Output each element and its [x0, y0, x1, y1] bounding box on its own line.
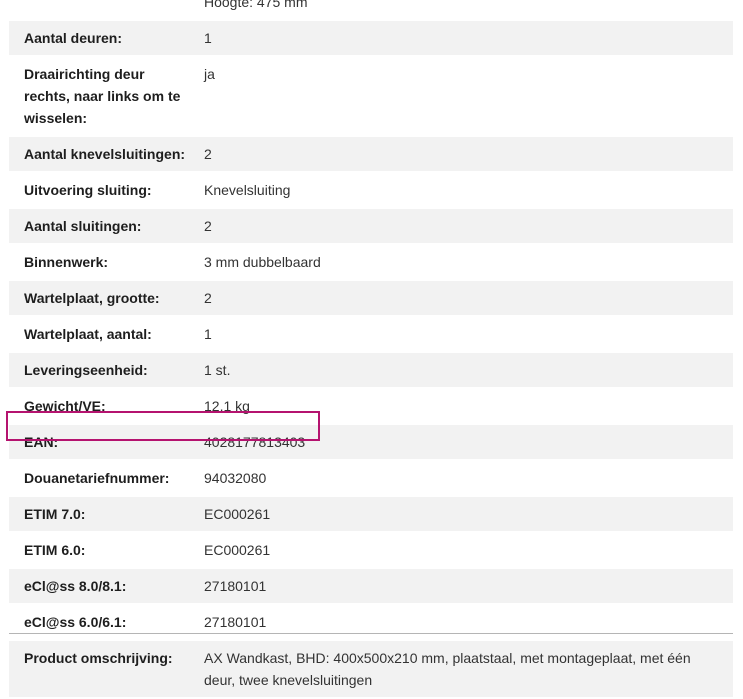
spec-value: 1 st. [204, 362, 231, 378]
spec-label: Uitvoering sluiting: [24, 182, 152, 198]
spec-label: Gewicht/VE: [24, 398, 106, 414]
spec-row-gewicht: Gewicht/VE: 12,1 kg [9, 389, 733, 425]
spec-row-etim-7: ETIM 7.0: EC000261 [9, 497, 733, 533]
spec-label: Aantal deuren: [24, 30, 123, 46]
spec-row-height: Hoogte: 475 mm [9, 0, 733, 21]
spec-row-wartelplaat-aantal: Wartelplaat, aantal: 1 [9, 317, 733, 353]
spec-row-douanetariefnummer: Douanetariefnummer: 94032080 [9, 461, 733, 497]
spec-value: AX Wandkast, BHD: 400x500x210 mm, plaats… [204, 650, 691, 688]
spec-label: ETIM 6.0: [24, 542, 86, 558]
spec-value: 94032080 [204, 470, 267, 486]
spec-value: 1 [204, 30, 212, 46]
spec-row-eclass-8: eCl@ss 8.0/8.1: 27180101 [9, 569, 733, 605]
spec-value: Hoogte: 475 mm [204, 0, 308, 10]
spec-row-etim-6: ETIM 6.0: EC000261 [9, 533, 733, 569]
spec-row-aantal-sluitingen: Aantal sluitingen: 2 [9, 209, 733, 245]
spec-row-product-omschrijving: Product omschrijving: AX Wandkast, BHD: … [9, 641, 733, 699]
spec-row-aantal-knevelsluitingen: Aantal knevelsluitingen: 2 [9, 137, 733, 173]
spec-row-aantal-deuren: Aantal deuren: 1 [9, 21, 733, 57]
spec-label: Wartelplaat, grootte: [24, 290, 160, 306]
specifications-table: Hoogte: 475 mm Aantal deuren: 1 Draairic… [9, 0, 733, 699]
spec-value: 2 [204, 290, 212, 306]
spec-value: 12,1 kg [204, 398, 250, 414]
spec-value: 2 [204, 218, 212, 234]
spec-label: Wartelplaat, aantal: [24, 326, 152, 342]
spec-value: 27180101 [204, 578, 267, 594]
spec-value: 1 [204, 326, 212, 342]
spec-label: ETIM 7.0: [24, 506, 86, 522]
spec-label: Douanetariefnummer: [24, 470, 170, 486]
spec-row-draairichting: Draairichting deur rechts, naar links om… [9, 57, 733, 137]
spec-row-uitvoering-sluiting: Uitvoering sluiting: Knevelsluiting [9, 173, 733, 209]
spec-row-wartelplaat-grootte: Wartelplaat, grootte: 2 [9, 281, 733, 317]
spec-row-leveringseenheid: Leveringseenheid: 1 st. [9, 353, 733, 389]
spec-label: eCl@ss 8.0/8.1: [24, 578, 127, 594]
spec-value: EC000261 [204, 542, 271, 558]
spec-value: 4028177813403 [204, 434, 306, 450]
spec-label: Leveringseenheid: [24, 362, 148, 378]
spec-value: ja [204, 66, 215, 82]
spec-label: Aantal knevelsluitingen: [24, 146, 186, 162]
spec-label: Binnenwerk: [24, 254, 109, 270]
spec-label: Product omschrijving: [24, 650, 173, 666]
spec-label: Aantal sluitingen: [24, 218, 142, 234]
spec-row-binnenwerk: Binnenwerk: 3 mm dubbelbaard [9, 245, 733, 281]
spec-row-ean: EAN: 4028177813403 [9, 425, 733, 461]
spec-value: EC000261 [204, 506, 271, 522]
section-divider [9, 633, 733, 634]
spec-value: 3 mm dubbelbaard [204, 254, 321, 270]
spec-label: Draairichting deur rechts, naar links om… [24, 66, 181, 126]
spec-label: EAN: [24, 434, 59, 450]
spec-value: Knevelsluiting [204, 182, 291, 198]
spec-row-eclass-6: eCl@ss 6.0/6.1: 27180101 [9, 605, 733, 641]
spec-value: 2 [204, 146, 212, 162]
